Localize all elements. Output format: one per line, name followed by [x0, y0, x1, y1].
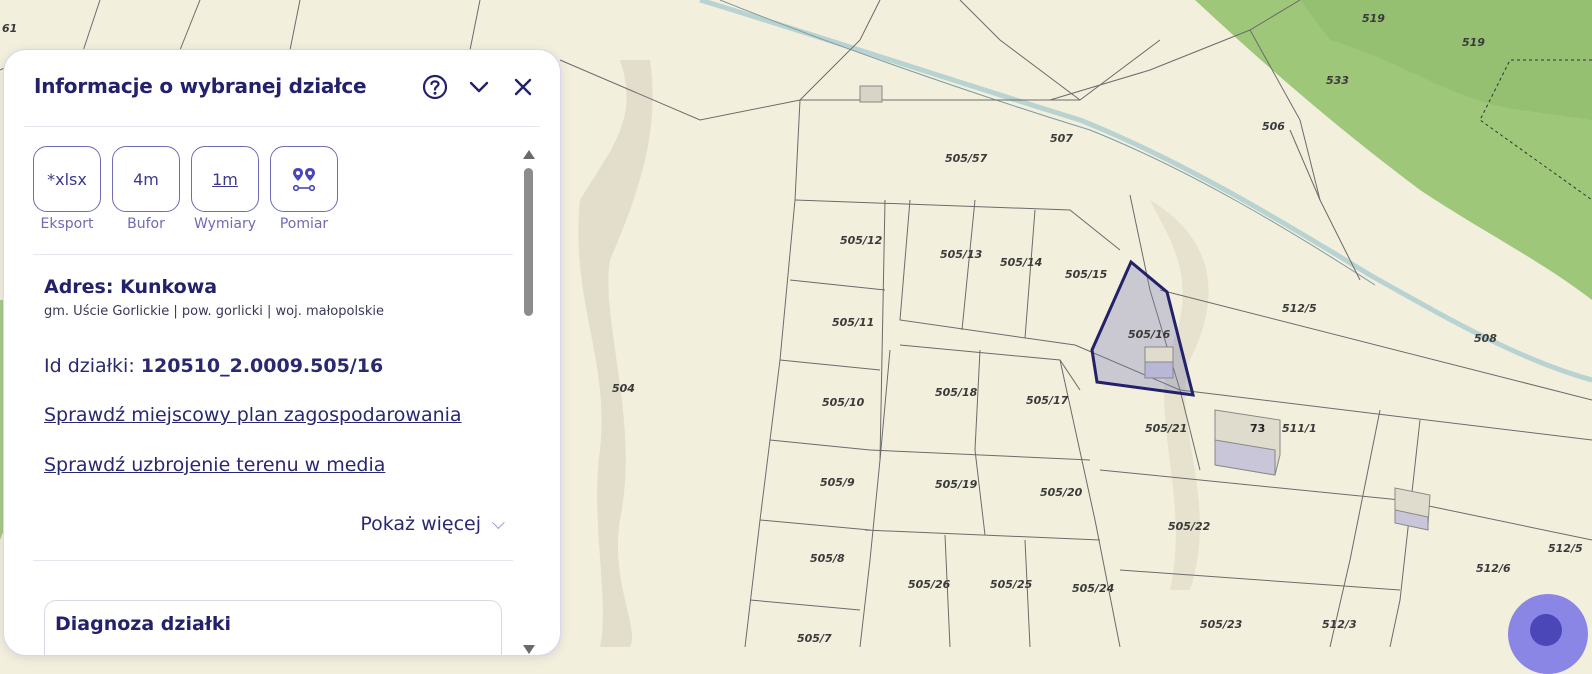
- plot-label: 505/19: [935, 478, 978, 491]
- export-xlsx-icon: *xlsx: [47, 169, 87, 189]
- dimensions-button[interactable]: 1m: [191, 146, 259, 212]
- scroll-up-arrow-icon[interactable]: [523, 150, 535, 159]
- tool-dimensions[interactable]: 1m Wymiary: [191, 146, 271, 232]
- tool-buffer[interactable]: 4m Bufor: [112, 146, 192, 232]
- plot-label: 505/14: [1000, 256, 1042, 269]
- plot-label: 505/12: [840, 234, 883, 247]
- chevron-down-icon: [491, 516, 505, 530]
- plot-label: 519: [1462, 36, 1485, 49]
- plot-label: 505/22: [1168, 520, 1211, 533]
- panel-header: Informacje o wybranej działce: [24, 50, 540, 127]
- plot-label: 505/25: [990, 578, 1033, 591]
- help-icon[interactable]: [420, 72, 450, 102]
- measure-pins-icon: [292, 168, 316, 192]
- address-subtitle: gm. Uście Gorlickie | pow. gorlicki | wo…: [44, 304, 384, 319]
- buffer-icon: 4m: [133, 169, 159, 189]
- plot-label: 73: [1250, 422, 1265, 435]
- plot-label: 505/13: [940, 248, 983, 261]
- measure-button[interactable]: [270, 146, 338, 212]
- building: [1394, 487, 1431, 531]
- show-more-label: Pokaż więcej: [360, 513, 481, 535]
- plot-label: 512/5: [1548, 542, 1583, 555]
- plot-label: 505/8: [810, 552, 845, 565]
- plot-label: 508: [1474, 332, 1497, 345]
- export-xlsx-button[interactable]: *xlsx: [33, 146, 101, 212]
- plot-label: 61: [2, 22, 17, 35]
- plot-label: 504: [612, 382, 635, 395]
- building: [859, 85, 883, 103]
- tool-label: Bufor: [127, 216, 165, 232]
- plot-label: 505/16: [1128, 328, 1171, 341]
- tool-label: Pomiar: [279, 216, 329, 232]
- plot-label: 505/26: [908, 578, 951, 591]
- scrollbar[interactable]: [522, 150, 536, 654]
- plot-label: 506: [1262, 120, 1285, 133]
- plot-label: 511/1: [1282, 422, 1317, 435]
- building: [1214, 409, 1281, 476]
- plot-label: 512/5: [1282, 302, 1317, 315]
- utilities-link[interactable]: Sprawdź uzbrojenie terenu w media: [44, 454, 385, 476]
- tool-label: Wymiary: [193, 216, 257, 232]
- panel-title: Informacje o wybranej działce: [34, 74, 367, 98]
- plot-label: 519: [1362, 12, 1385, 25]
- plot-label: 512/3: [1322, 618, 1357, 631]
- plot-label: 533: [1326, 74, 1349, 87]
- close-icon[interactable]: [508, 72, 538, 102]
- plot-label: 507: [1050, 132, 1073, 145]
- plot-label: 505/23: [1200, 618, 1243, 631]
- dimensions-icon: 1m: [212, 169, 238, 189]
- plot-info-panel: Informacje o wybranej działce *xlsx Eksp…: [4, 50, 560, 655]
- plot-label: 505/15: [1065, 268, 1108, 281]
- scrollbar-thumb[interactable]: [524, 168, 533, 316]
- tool-measure[interactable]: Pomiar: [270, 146, 350, 232]
- plot-label: 512/6: [1476, 562, 1511, 575]
- plot-id-row: Id działki: 120510_2.0009.505/16: [44, 355, 383, 377]
- chevron-down-icon[interactable]: [464, 72, 494, 102]
- plot-label: 505/21: [1145, 422, 1187, 435]
- plot-label: 505/11: [832, 316, 874, 329]
- plot-label: 505/20: [1040, 486, 1083, 499]
- plot-id-label: Id działki:: [44, 355, 141, 377]
- address-title: Adres: Kunkowa: [44, 276, 218, 298]
- buffer-button[interactable]: 4m: [112, 146, 180, 212]
- show-more-button[interactable]: Pokaż więcej: [360, 513, 505, 535]
- plot-label: 505/9: [820, 476, 855, 489]
- plot-label: 505/17: [1026, 394, 1069, 407]
- plot-label: 505/10: [822, 396, 865, 409]
- zoning-plan-link[interactable]: Sprawdź miejscowy plan zagospodarowania: [44, 404, 462, 426]
- tool-label: Eksport: [40, 216, 94, 232]
- floating-action-button[interactable]: [1508, 594, 1588, 674]
- plot-label: 505/18: [935, 386, 978, 399]
- plot-label: 505/57: [945, 152, 988, 165]
- divider: [33, 254, 513, 255]
- diagnosis-title: Diagnoza działki: [55, 613, 231, 635]
- toolbar: *xlsx Eksport 4m Bufor 1m Wymiary Pomiar: [33, 146, 513, 242]
- plot-label: 505/24: [1072, 582, 1114, 595]
- divider: [33, 560, 513, 561]
- plot-id-value: 120510_2.0009.505/16: [140, 355, 384, 377]
- tool-export[interactable]: *xlsx Eksport: [33, 146, 113, 232]
- fab-icon: [1530, 614, 1562, 646]
- scroll-down-arrow-icon[interactable]: [523, 645, 535, 654]
- plot-label: 505/7: [797, 632, 832, 645]
- building: [1144, 346, 1174, 379]
